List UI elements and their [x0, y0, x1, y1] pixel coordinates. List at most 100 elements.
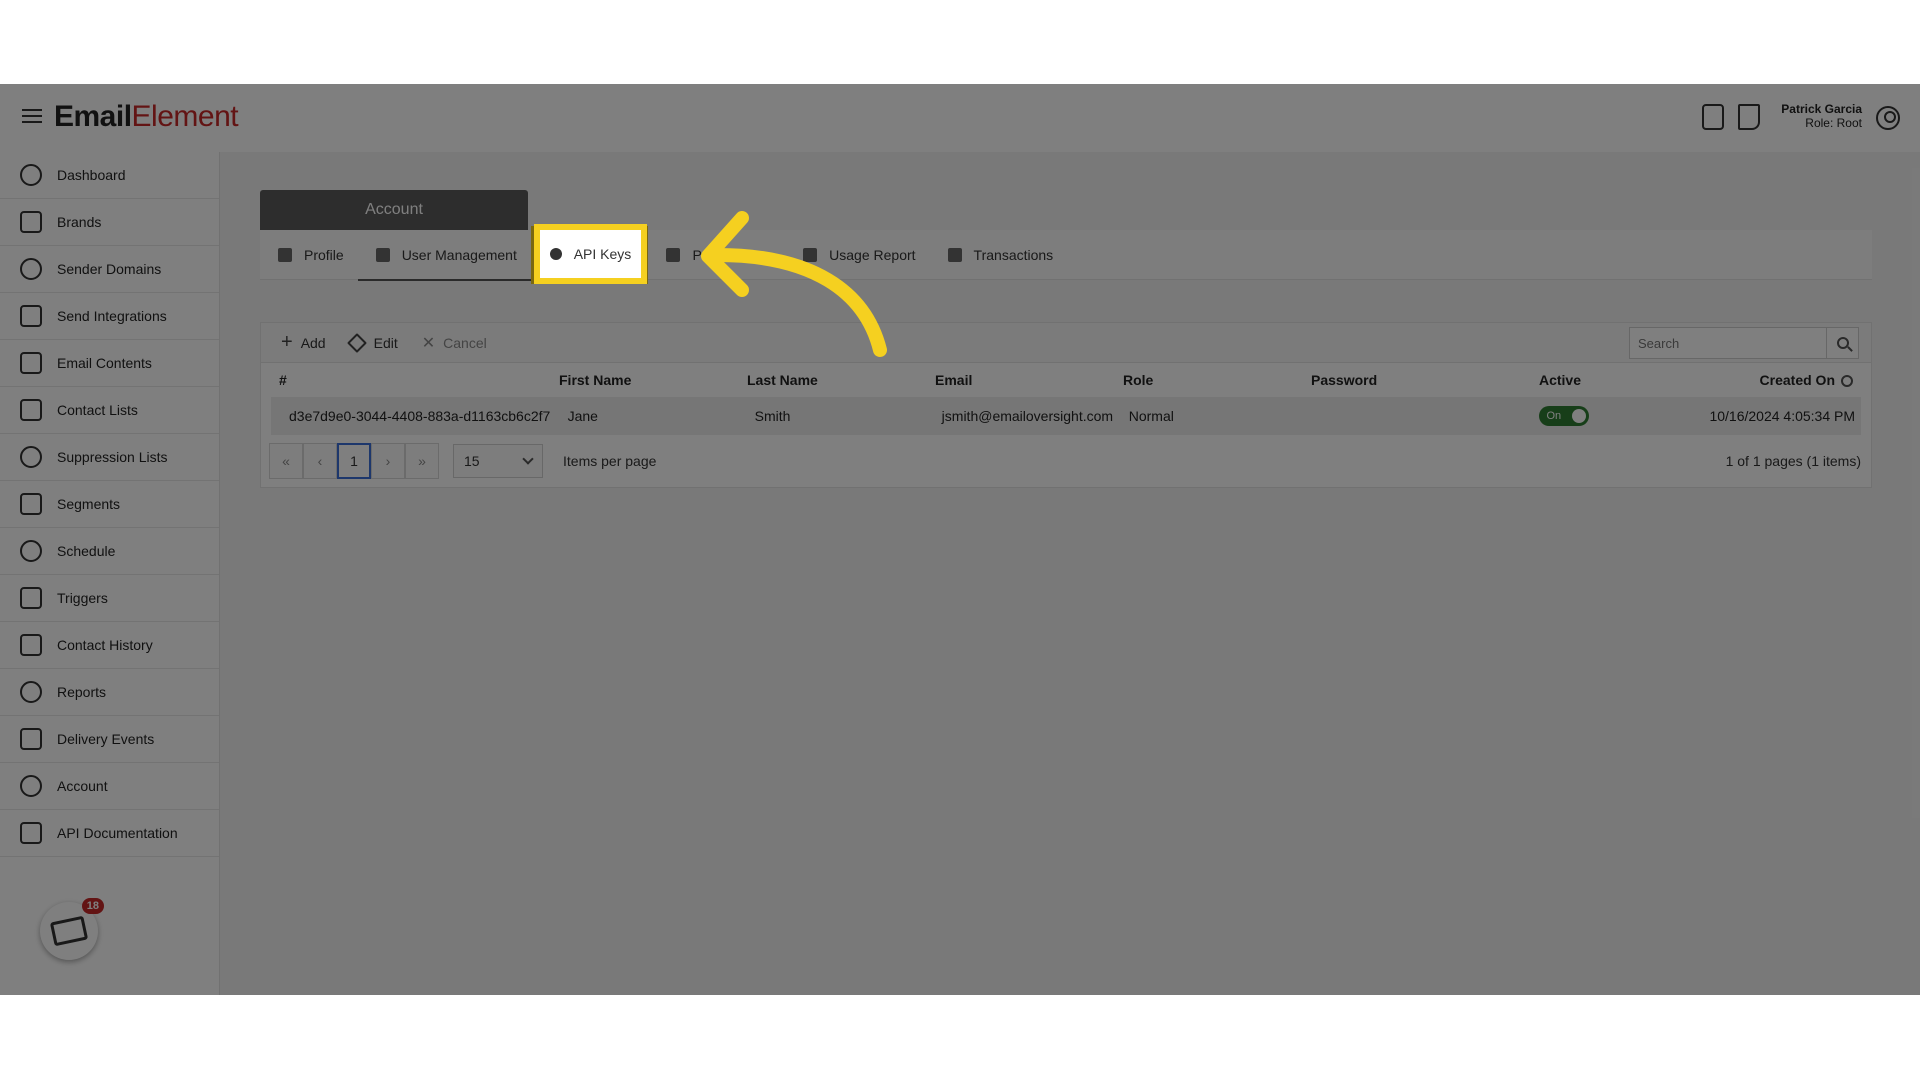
screen: EmailElement Patrick Garcia Role: Root D… [0, 0, 1920, 1080]
page-1-button[interactable]: 1 [337, 443, 371, 479]
sidebar-item-brands[interactable]: Brands [0, 199, 219, 246]
sidebar-item-label: Send Integrations [57, 308, 167, 324]
cell-role: Normal [1128, 408, 1174, 424]
edit-button[interactable]: Edit [346, 332, 398, 353]
column-header-created-on[interactable]: Created On [1621, 372, 1859, 388]
toggle-knob [1571, 409, 1586, 423]
tab-label: Transactions [973, 246, 1054, 263]
notifications-button[interactable]: 18 [40, 898, 104, 960]
users-grid: + Add Edit ✕ Cancel # First Name Last Name… [260, 322, 1872, 488]
sidebar-item-label: API Documentation [57, 825, 178, 841]
tab-user-management[interactable]: User Management [357, 230, 532, 281]
notification-count-badge: 18 [81, 898, 104, 914]
pager-info: 1 of 1 pages (1 items) [1725, 453, 1861, 469]
mobile-device-icon[interactable] [1702, 104, 1724, 130]
table-header: # First Name Last Name Email Role Passwo… [261, 363, 1871, 397]
bolt-icon [20, 587, 42, 609]
cell-created-on: 10/16/2024 4:05:34 PM [1709, 408, 1856, 424]
sidebar-item-api-documentation[interactable]: API Documentation [0, 810, 219, 857]
pager: « ‹ 1 › » 15 Items per page 1 of 1 pages… [261, 435, 1871, 487]
column-header-last-name[interactable]: Last Name [747, 372, 935, 388]
sidebar-item-sender-domains[interactable]: Sender Domains [0, 246, 219, 293]
search-input[interactable] [1630, 328, 1826, 358]
sidebar-item-email-contents[interactable]: Email Contents [0, 340, 219, 387]
cell-active: On [1503, 406, 1624, 426]
user-info[interactable]: Patrick Garcia Role: Root [1781, 102, 1862, 130]
search-button[interactable] [1826, 328, 1858, 358]
tab-label: Profile [304, 246, 344, 263]
top-icons [1702, 104, 1760, 130]
column-header-id[interactable]: # [279, 372, 559, 388]
next-page-button[interactable]: › [371, 443, 405, 479]
bar-chart-icon [20, 728, 42, 750]
table-row[interactable]: d3e7d9e0-3044-4408-883a-d1163cb6c2f7 Jan… [271, 397, 1861, 435]
add-label: Add [300, 334, 326, 351]
highlight-label: API Keys [573, 246, 632, 262]
sidebar-item-delivery-events[interactable]: Delivery Events [0, 716, 219, 763]
cell-last-name: Smith [754, 408, 791, 424]
tab-transactions[interactable]: Transactions [930, 230, 1068, 280]
user-name: Patrick Garcia [1781, 102, 1862, 116]
user-icon [278, 247, 292, 262]
column-header-email[interactable]: Email [935, 372, 1123, 388]
sidebar-item-label: Dashboard [57, 167, 126, 183]
sidebar-item-label: Reports [57, 684, 107, 700]
user-avatar-icon[interactable] [1876, 106, 1900, 130]
envelope-icon [20, 352, 42, 374]
search-icon [1836, 337, 1849, 349]
document-icon [20, 822, 42, 844]
app-logo[interactable]: EmailElement [54, 100, 239, 134]
sidebar-item-label: Suppression Lists [57, 449, 168, 465]
sidebar-item-dashboard[interactable]: Dashboard [0, 152, 219, 199]
sidebar-item-label: Triggers [57, 590, 108, 606]
prev-page-button[interactable]: ‹ [303, 443, 337, 479]
tab-profile[interactable]: Profile [260, 230, 358, 280]
plus-icon: + [281, 331, 293, 353]
column-header-first-name[interactable]: First Name [559, 372, 747, 388]
users-icon [375, 247, 390, 262]
column-header-active[interactable]: Active [1499, 372, 1621, 388]
column-header-role[interactable]: Role [1123, 372, 1311, 388]
clock-icon [20, 540, 42, 562]
sidebar-item-label: Contact History [57, 637, 153, 653]
annotation-arrow-icon [701, 211, 887, 357]
sidebar-item-suppression-lists[interactable]: Suppression Lists [0, 434, 219, 481]
column-header-password[interactable]: Password [1311, 372, 1499, 388]
search-box [1629, 327, 1859, 359]
sidebar-item-contact-lists[interactable]: Contact Lists [0, 387, 219, 434]
sidebar-item-send-integrations[interactable]: Send Integrations [0, 293, 219, 340]
add-button[interactable]: + Add [281, 331, 326, 354]
account-header: Account [260, 190, 528, 230]
created-on-label: Created On [1759, 372, 1835, 388]
logo-email: Email [54, 100, 132, 133]
sidebar-item-schedule[interactable]: Schedule [0, 528, 219, 575]
sidebar-item-label: Schedule [57, 543, 116, 559]
page-size-value: 15 [464, 453, 480, 469]
page-size-select[interactable]: 15 [453, 444, 543, 478]
chevron-down-icon [522, 453, 534, 465]
first-page-button[interactable]: « [269, 443, 303, 479]
sidebar-item-label: Segments [57, 496, 121, 512]
account-tabs: Profile User Management API Keys P Billi… [260, 225, 1872, 284]
sidebar-item-account[interactable]: Account [0, 763, 219, 810]
user-circle-icon [20, 775, 42, 797]
sidebar-item-label: Account [57, 778, 108, 794]
list-icon [20, 399, 42, 421]
top-bar: EmailElement Patrick Garcia Role: Root [0, 84, 1920, 152]
sidebar-item-label: Sender Domains [57, 261, 162, 277]
exit-icon[interactable] [1738, 104, 1760, 130]
key-icon [549, 248, 562, 260]
sidebar-item-segments[interactable]: Segments [0, 481, 219, 528]
last-page-button[interactable]: » [405, 443, 439, 479]
file-icon [666, 247, 681, 262]
cancel-button[interactable]: ✕ Cancel [422, 333, 487, 353]
sidebar-item-contact-history[interactable]: Contact History [0, 622, 219, 669]
sidebar-item-triggers[interactable]: Triggers [0, 575, 219, 622]
active-toggle[interactable]: On [1538, 406, 1589, 426]
vertical-scrollbar[interactable] [1912, 168, 1920, 818]
wrench-icon [20, 305, 42, 327]
hamburger-menu-icon[interactable] [22, 106, 42, 126]
sidebar-item-label: Email Contents [57, 355, 152, 371]
sidebar-item-reports[interactable]: Reports [0, 669, 219, 716]
highlighted-api-keys-tab[interactable]: API Keys [534, 224, 647, 284]
